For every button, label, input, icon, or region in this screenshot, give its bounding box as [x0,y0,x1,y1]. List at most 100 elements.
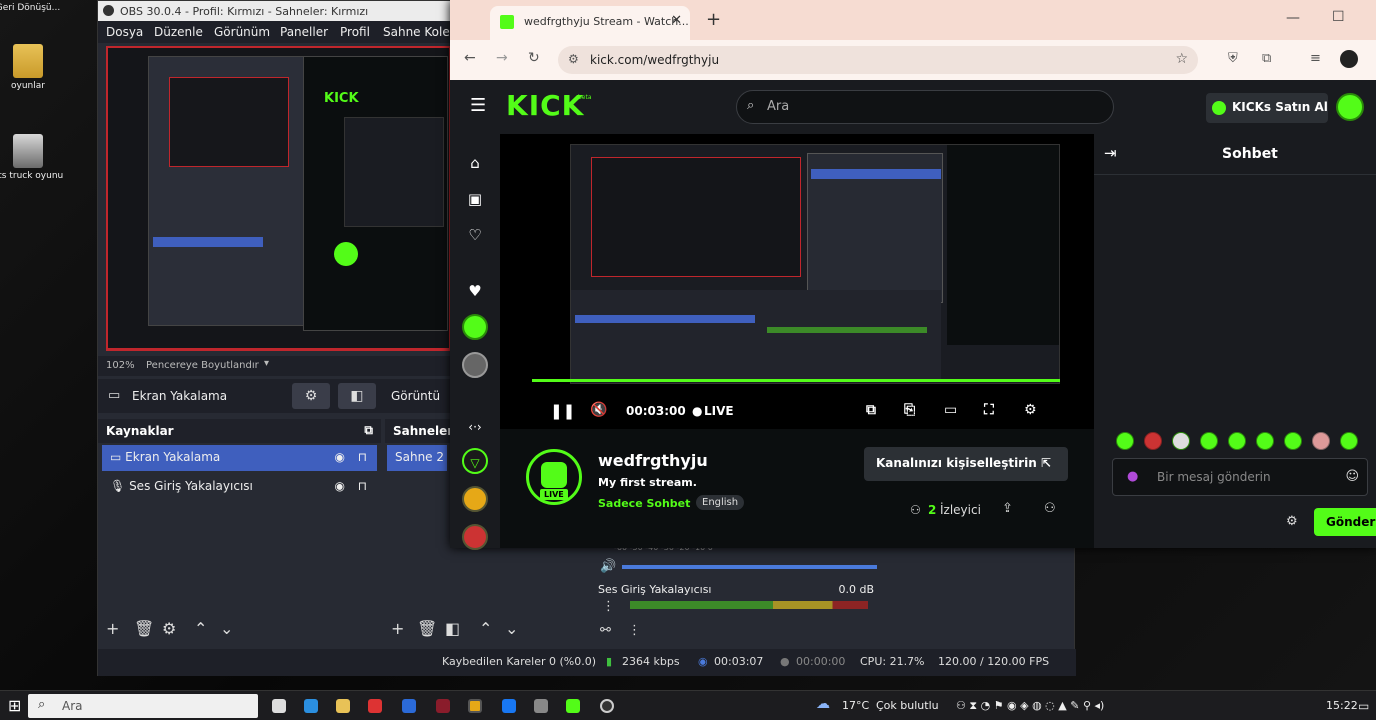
fit-mode-select[interactable]: Pencereye Boyutlandır [146,360,259,371]
move-up-icon[interactable]: ⌃ [194,619,207,638]
emote-icon[interactable] [1172,432,1190,450]
pause-icon[interactable]: ❚❚ [550,402,575,420]
lock-icon[interactable]: ⊓ [358,479,367,493]
maximize-icon[interactable]: ☐ [1332,9,1345,25]
language-tag[interactable]: English [696,495,745,510]
fullscreen-icon[interactable]: ⛶ [984,402,994,418]
obs-preview-canvas[interactable]: KICK [106,46,451,351]
more-icon[interactable]: ⋮ [602,599,615,614]
chrome-icon[interactable] [468,699,482,713]
mute-icon[interactable]: 🔇 [590,402,607,418]
profile-avatar[interactable] [1340,50,1358,68]
browse-icon[interactable]: ▣ [462,186,488,212]
close-tab-icon[interactable]: ✕ [671,13,682,28]
source-settings-button[interactable]: ⚙ [292,383,330,409]
oyunlar-desktop-icon[interactable]: oyunlar [0,44,68,91]
send-message-button[interactable]: Gönder [1314,508,1376,536]
obs-taskbar-icon[interactable] [600,699,614,713]
emote-icon[interactable] [1116,432,1134,450]
source-filters-button[interactable]: ◧ [338,383,376,409]
heart-icon[interactable]: ♥ [462,278,488,304]
heart-outline-icon[interactable]: ♡ [462,222,488,248]
expand-icon[interactable]: ‹·› [462,414,488,440]
filter-icon[interactable]: ◧ [445,619,460,638]
share-icon[interactable]: ⇪ [1002,501,1013,516]
add-source-icon[interactable]: + [106,619,119,638]
eye-icon[interactable]: ◉ [335,479,345,493]
emote-icon[interactable] [1200,432,1218,450]
trash-icon[interactable]: 🗑 [417,619,437,638]
recommended-channel-avatar[interactable] [462,524,488,550]
follow-user-icon[interactable]: ⚇ [1044,501,1056,516]
media-icon[interactable]: ≡ [1310,51,1321,66]
reload-icon[interactable]: ↻ [528,50,540,66]
chat-settings-gear-icon[interactable]: ⚙ [1286,514,1298,529]
clip-icon[interactable]: ⎘ [904,402,915,418]
notification-icon[interactable]: ▭ [1358,699,1369,713]
taskbar-search-box[interactable]: ⌕ Ara [28,694,258,718]
theater-mode-icon[interactable]: ▭ [944,402,957,418]
kick-logo[interactable]: KICK [506,89,584,122]
store-icon[interactable] [368,699,382,713]
kick-search-input[interactable]: ⌕ Ara [736,90,1114,124]
emote-icon[interactable] [1228,432,1246,450]
recommended-channel-avatar[interactable] [462,486,488,512]
volume-slider[interactable] [622,565,877,569]
extension-shield-icon[interactable]: ⛨ [1228,51,1238,66]
emoji-picker-icon[interactable]: ☺ [1345,469,1359,484]
chevron-down-icon[interactable]: ▾ [264,358,269,369]
pip-icon[interactable]: ⧉ [866,402,876,418]
gear-icon[interactable]: ⚙ [1024,402,1037,418]
stream-category[interactable]: Sadece Sohbet [598,497,690,510]
customize-channel-button[interactable]: Kanalınızı kişiselleştirin ⇱ [864,447,1068,481]
chat-message-input[interactable]: ● Bir mesaj gönderin ☺ [1112,458,1368,496]
emote-icon[interactable] [1312,432,1330,450]
minimize-icon[interactable]: — [1286,10,1300,26]
menu-profil[interactable]: Profil [340,25,370,39]
view-button[interactable]: Görüntü [391,389,440,403]
lock-icon[interactable]: ⊓ [358,450,367,464]
eye-icon[interactable]: ◉ [335,450,345,464]
windows-start-icon[interactable]: ⊞ [8,696,21,715]
menu-duzenle[interactable]: Düzenle [154,25,203,39]
undock-icon[interactable]: ⧉ [364,423,373,438]
url-field[interactable]: ⚙ kick.com/wedfrgthyju ☆ [558,46,1198,74]
move-down-icon[interactable]: ⌄ [220,619,233,638]
tab-kick-stream[interactable]: wedfrgthyju Stream - Watch... ✕ [490,6,690,40]
video-player[interactable]: ❚❚ 🔇 00:03:00 ● LIVE ⧉ ⎘ ▭ ⛶ ⚙ [500,134,1094,429]
source-item-ekran-yakalama[interactable]: ▭ Ekran Yakalama ◉ ⊓ [102,445,377,471]
link-icon[interactable]: ⚯ [600,623,611,638]
new-tab-icon[interactable]: + [706,9,721,30]
menu-dosya[interactable]: Dosya [106,25,143,39]
trash-icon[interactable]: 🗑 [134,619,154,638]
tray-icons[interactable]: ⚇ ⧗ ◔ ⚑ ◉ ◈ ◍ ◌ ▲ ✎ ⚲ ◂) [956,699,1104,713]
emote-icon[interactable] [1256,432,1274,450]
settings-icon[interactable] [534,699,548,713]
gear-icon[interactable]: ⚙ [162,619,176,638]
minecraft-icon[interactable] [566,699,580,713]
file-explorer-icon[interactable] [336,699,350,713]
task-view-icon[interactable] [272,699,286,713]
back-icon[interactable]: ← [464,50,476,66]
menu-paneller[interactable]: Paneller [280,25,328,39]
bookmark-star-icon[interactable]: ☆ [1175,51,1188,67]
recycle-bin-desktop-icon[interactable]: Geri Dönüşü... [0,0,68,13]
scene-item-sahne-2[interactable]: Sahne 2 [387,445,447,471]
emote-icon[interactable] [1284,432,1302,450]
collapse-chat-icon[interactable]: ⇥ [1104,144,1117,162]
home-icon[interactable]: ⌂ [462,150,488,176]
app-icon[interactable] [436,699,450,713]
site-info-icon[interactable]: ⚙ [568,52,579,66]
source-item-ses-giris[interactable]: 🎙 Ses Giriş Yakalayıcısı ◉ ⊓ [102,474,377,500]
buy-kicks-button[interactable]: KICKs Satın Al [1206,93,1328,123]
followed-channel-avatar[interactable] [462,314,488,340]
more-icon[interactable]: ⋮ [628,623,641,638]
ets-truck-desktop-icon[interactable]: ets truck oyunu [0,134,68,181]
hamburger-menu-icon[interactable]: ☰ [470,95,486,116]
user-avatar[interactable] [1336,93,1364,121]
progress-bar[interactable] [532,379,1060,382]
menu-gorunum[interactable]: Görünüm [214,25,270,39]
recommended-channel-avatar[interactable]: ▽ [462,448,488,474]
facebook-icon[interactable] [502,699,516,713]
forward-icon[interactable]: → [496,50,508,66]
